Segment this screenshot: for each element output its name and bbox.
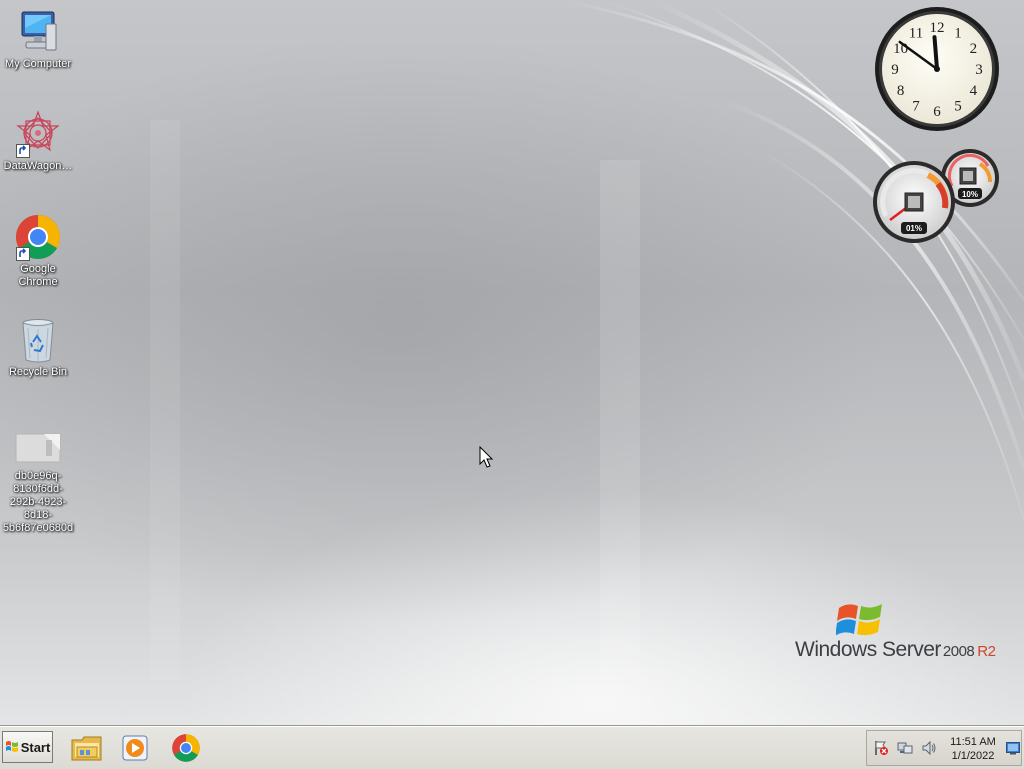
- cpu-percent: 01%: [906, 224, 922, 233]
- system-tray: 11:51 AM 1/1/2022: [866, 730, 1022, 766]
- start-button[interactable]: Start: [2, 731, 53, 763]
- clock-numeral: 12: [930, 20, 945, 36]
- desktop-icon-label: Google Chrome: [18, 263, 58, 288]
- clock-numeral: 6: [933, 104, 941, 120]
- cpu-meter-gadget[interactable]: 10% 01%: [872, 146, 1002, 246]
- volume-icon[interactable]: [921, 740, 937, 756]
- desktop-icon-label: My Computer: [4, 58, 72, 70]
- desktop-icon-my-computer[interactable]: My Computer: [0, 8, 76, 71]
- clock-numeral: 5: [954, 98, 962, 114]
- chrome-icon: [14, 213, 62, 261]
- desktop-icon-file[interactable]: db0e96q-8130f6dd-292b-4923-8d18-5b6f87e0…: [0, 420, 76, 535]
- clock-numeral: 8: [897, 83, 905, 99]
- tray-clock[interactable]: 11:51 AM 1/1/2022: [945, 735, 1001, 763]
- memory-percent: 10%: [962, 190, 978, 199]
- clock-numeral: 2: [970, 41, 978, 57]
- media-player-icon: [122, 735, 148, 761]
- shortcut-arrow-icon: [16, 247, 30, 261]
- datawagon-icon: [14, 110, 62, 158]
- clock-numeral: 3: [975, 62, 983, 78]
- recycle-bin-icon: [14, 316, 62, 364]
- desktop-icon-google-chrome[interactable]: Google Chrome: [0, 213, 76, 289]
- desktop: My Computer DataWagon… Google Chrome Rec…: [0, 0, 1024, 726]
- desktop-icon-label: DataWagon…: [3, 160, 73, 172]
- shortcut-arrow-icon: [16, 144, 30, 158]
- action-center-flag-icon[interactable]: [873, 740, 889, 756]
- network-icon[interactable]: [897, 740, 913, 756]
- folder-icon: [71, 736, 102, 761]
- clock-numeral: 1: [954, 26, 962, 42]
- show-desktop-icon[interactable]: [1006, 741, 1020, 755]
- brand-product: Windows Server: [795, 638, 941, 661]
- windows-server-branding: Windows Server 2008 R2: [790, 598, 1010, 668]
- windows-flag-icon: [5, 741, 18, 752]
- clock-gadget[interactable]: 12 1234567891011: [872, 6, 1002, 134]
- brand-edition: R2: [977, 643, 996, 660]
- windows-logo-icon: [836, 604, 882, 636]
- mouse-cursor-icon: [479, 446, 494, 468]
- desktop-icon-recycle-bin[interactable]: Recycle Bin: [0, 316, 76, 379]
- desktop-icon-datawagon[interactable]: DataWagon…: [0, 110, 76, 173]
- chrome-icon: [172, 734, 200, 762]
- start-label: Start: [20, 739, 51, 755]
- tray-time: 11:51 AM: [950, 736, 996, 748]
- file-icon: [14, 420, 62, 468]
- brand-year: 2008: [942, 643, 975, 660]
- computer-icon: [14, 8, 62, 56]
- taskbar: Start 11:51 AM 1/1/2022: [0, 726, 1024, 769]
- clock-numeral: 11: [909, 26, 923, 42]
- tray-date: 1/1/2022: [951, 750, 995, 762]
- taskbar-pin-media-player[interactable]: [119, 731, 153, 765]
- clock-numeral: 7: [912, 98, 920, 114]
- desktop-icon-label: Recycle Bin: [8, 366, 68, 378]
- desktop-icon-label: db0e96q-8130f6dd-292b-4923-8d18-5b6f87e0…: [2, 470, 74, 534]
- clock-numeral: 4: [970, 83, 978, 99]
- taskbar-pin-windows-explorer[interactable]: [70, 731, 104, 765]
- clock-numeral: 9: [891, 62, 899, 78]
- taskbar-pin-google-chrome[interactable]: [169, 731, 203, 765]
